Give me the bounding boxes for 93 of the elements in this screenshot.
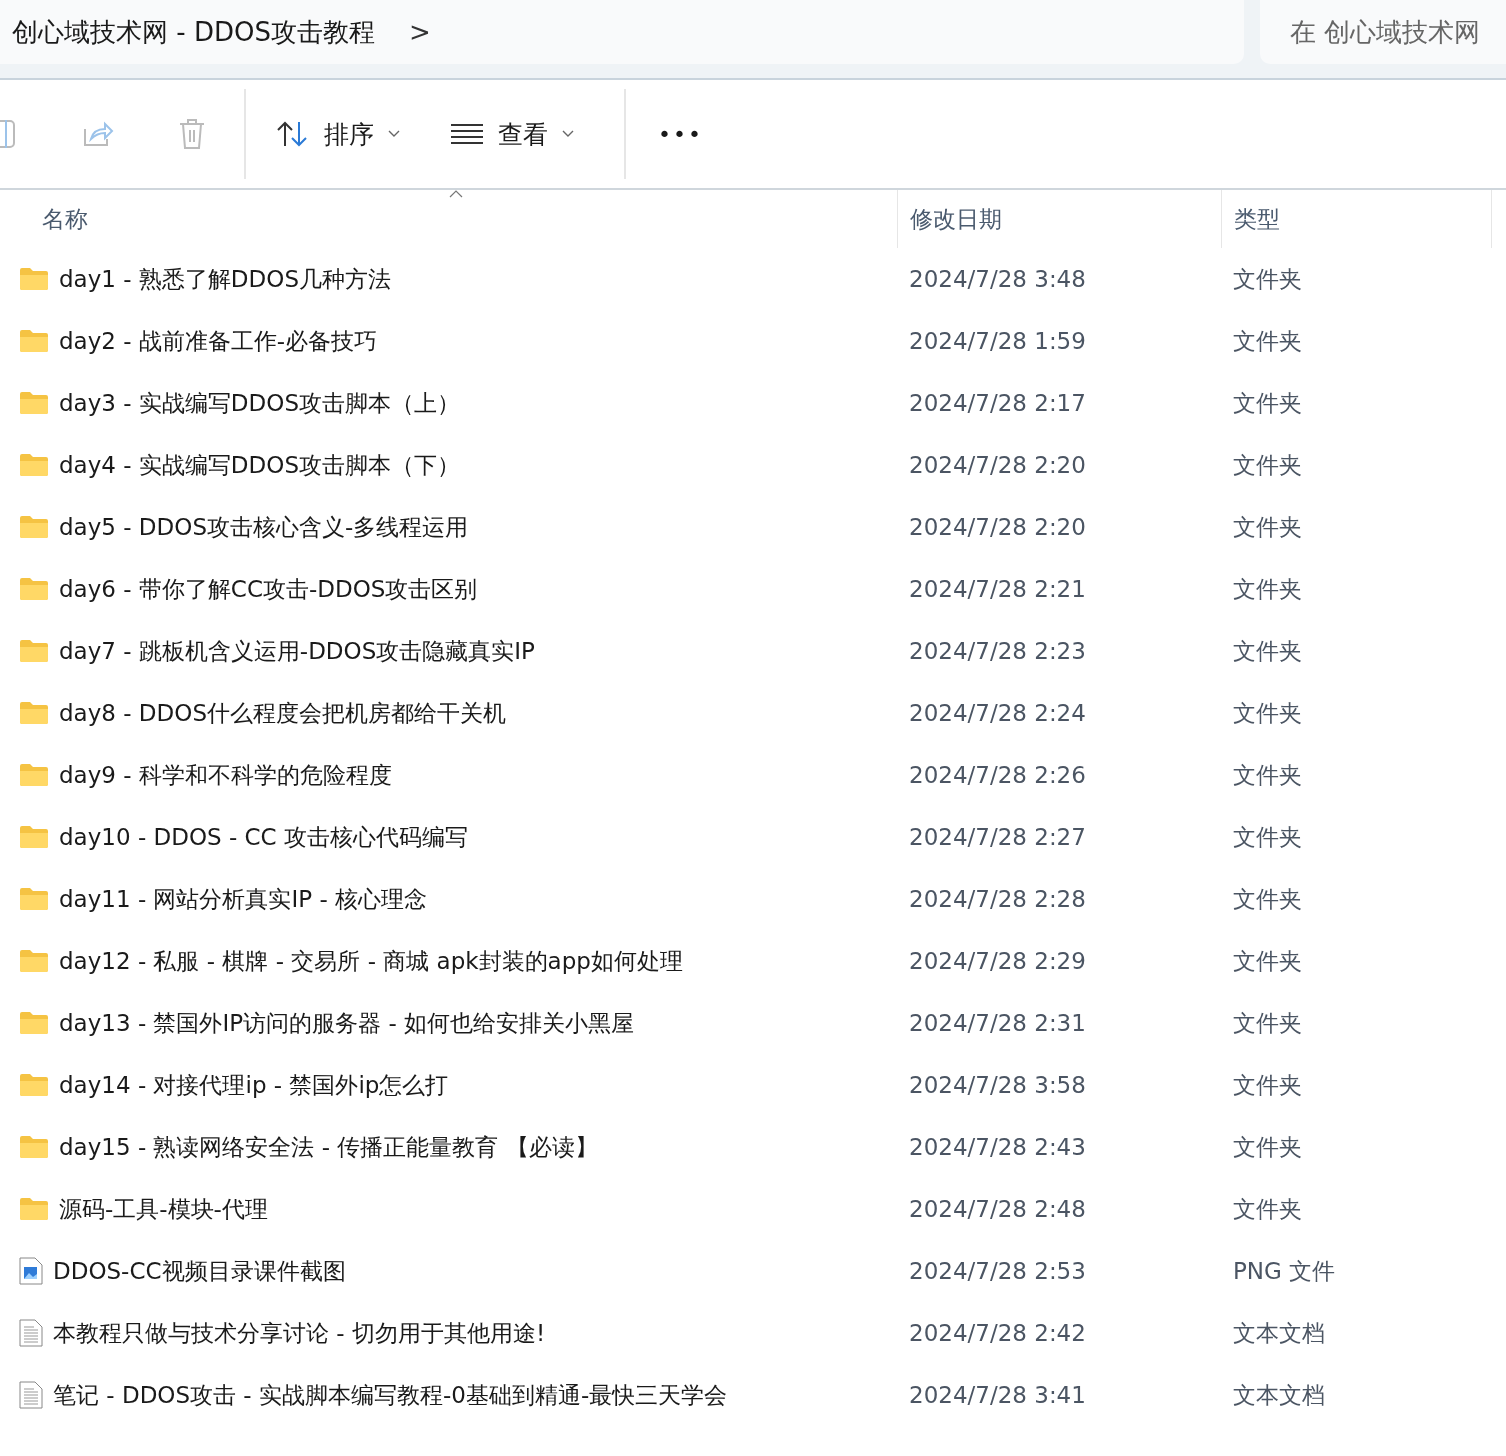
file-name[interactable]: day9 - 科学和不科学的危险程度 — [59, 759, 392, 791]
file-type: 文本文档 — [1232, 1318, 1326, 1348]
column-header[interactable]: 类型 — [1221, 190, 1491, 248]
modified-date: 2024/7/28 2:43 — [908, 1134, 1087, 1160]
folder-icon — [19, 1073, 49, 1097]
file-type: 文件夹 — [1232, 388, 1303, 418]
modified-date: 2024/7/28 3:48 — [908, 266, 1087, 292]
share-icon[interactable] — [82, 119, 114, 149]
file-type: 文件夹 — [1232, 698, 1303, 728]
file-type: 文件夹 — [1232, 574, 1303, 604]
modified-date: 2024/7/28 2:31 — [908, 1010, 1087, 1036]
file-type: 文件夹 — [1232, 450, 1303, 480]
modified-date: 2024/7/28 2:26 — [908, 762, 1087, 788]
file-name[interactable]: day8 - DDOS什么程度会把机房都给干关机 — [59, 697, 506, 729]
file-name[interactable]: day11 - 网站分析真实IP - 核心理念 — [59, 883, 428, 915]
modified-date: 2024/7/28 3:58 — [908, 1072, 1087, 1098]
folder-icon — [19, 1135, 49, 1159]
file-name[interactable]: day2 - 战前准备工作-必备技巧 — [59, 325, 378, 357]
sort-button[interactable]: 排序 — [276, 117, 400, 151]
folder-icon — [19, 577, 49, 601]
view-button[interactable]: 查看 — [450, 117, 574, 151]
file-type: 文本文档 — [1232, 1380, 1326, 1410]
folder-icon — [19, 1197, 49, 1221]
modified-date: 2024/7/28 2:53 — [908, 1258, 1087, 1284]
file-name[interactable]: DDOS-CC视频目录课件截图 — [53, 1255, 346, 1287]
file-type: 文件夹 — [1232, 884, 1303, 914]
folder-icon — [19, 267, 49, 291]
text-file-icon — [19, 1319, 43, 1347]
file-type: PNG 文件 — [1232, 1256, 1337, 1286]
file-name[interactable]: 笔记 - DDOS攻击 - 实战脚本编写教程-0基础到精通-最快三天学会 — [53, 1379, 728, 1411]
modified-date: 2024/7/28 2:42 — [908, 1320, 1087, 1346]
file-name[interactable]: day13 - 禁国外IP访问的服务器 - 如何也给安排关小黑屋 — [59, 1007, 635, 1039]
column-header[interactable]: 名称 — [0, 190, 897, 248]
folder-icon — [19, 1011, 49, 1035]
file-name[interactable]: day1 - 熟悉了解DDOS几种方法 — [59, 263, 391, 295]
list-lines-icon — [450, 123, 484, 145]
file-type: 文件夹 — [1232, 760, 1303, 790]
breadcrumb-chevron[interactable]: > — [408, 17, 431, 47]
image-file-icon — [19, 1257, 43, 1285]
modified-date: 2024/7/28 2:17 — [908, 390, 1087, 416]
more-options-button[interactable]: ••• — [658, 121, 703, 147]
modified-date: 2024/7/28 2:27 — [908, 824, 1087, 850]
file-type: 文件夹 — [1232, 1008, 1303, 1038]
modified-date: 2024/7/28 3:41 — [908, 1382, 1087, 1408]
file-type: 文件夹 — [1232, 636, 1303, 666]
modified-date: 2024/7/28 2:28 — [908, 886, 1087, 912]
file-type: 文件夹 — [1232, 264, 1303, 294]
file-name[interactable]: day10 - DDOS - CC 攻击核心代码编写 — [59, 821, 468, 853]
column-header[interactable]: 修改日期 — [897, 190, 1221, 248]
folder-icon — [19, 701, 49, 725]
folder-icon — [19, 453, 49, 477]
file-name[interactable]: day4 - 实战编写DDOS攻击脚本（下） — [59, 449, 460, 481]
trash-icon[interactable] — [178, 118, 206, 150]
folder-icon — [19, 949, 49, 973]
sort-arrows-icon — [276, 120, 310, 148]
modified-date: 2024/7/28 2:23 — [908, 638, 1087, 664]
folder-icon — [19, 639, 49, 663]
folder-icon — [19, 887, 49, 911]
chevron-down-icon — [562, 130, 574, 138]
file-type: 文件夹 — [1232, 1132, 1303, 1162]
modified-date: 2024/7/28 2:21 — [908, 576, 1087, 602]
file-name[interactable]: 本教程只做与技术分享讨论 - 切勿用于其他用途! — [53, 1317, 546, 1349]
file-name[interactable]: day5 - DDOS攻击核心含义-多线程运用 — [59, 511, 469, 543]
file-name[interactable]: day15 - 熟读网络安全法 - 传播正能量教育 【必读】 — [59, 1131, 598, 1163]
sort-caret-icon — [448, 190, 463, 198]
search-field[interactable]: 在 创心域技术网 — [1260, 0, 1506, 64]
file-name[interactable]: day7 - 跳板机含义运用-DDOS攻击隐藏真实IP — [59, 635, 535, 667]
folder-icon — [19, 391, 49, 415]
modified-date: 2024/7/28 2:20 — [908, 514, 1087, 540]
modified-date: 2024/7/28 2:48 — [908, 1196, 1087, 1222]
text-file-icon — [19, 1381, 43, 1409]
file-type: 文件夹 — [1232, 1194, 1303, 1224]
file-name[interactable]: 源码-工具-模块-代理 — [59, 1193, 268, 1225]
modified-date: 2024/7/28 2:20 — [908, 452, 1087, 478]
file-name[interactable]: day12 - 私服 - 棋牌 - 交易所 - 商城 apk封装的app如何处理 — [59, 945, 683, 977]
modified-date: 2024/7/28 2:29 — [908, 948, 1087, 974]
address-bar[interactable]: 创心域技术网 - DDOS攻击教程 > — [0, 0, 1244, 64]
file-name[interactable]: day14 - 对接代理ip - 禁国外ip怎么打 — [59, 1069, 449, 1101]
chevron-down-icon — [388, 130, 400, 138]
folder-icon — [19, 515, 49, 539]
breadcrumb-path[interactable]: 创心域技术网 - DDOS攻击教程 — [12, 14, 375, 50]
modified-date: 2024/7/28 1:59 — [908, 328, 1087, 354]
file-type: 文件夹 — [1232, 512, 1303, 542]
file-name[interactable]: day6 - 带你了解CC攻击-DDOS攻击区别 — [59, 573, 478, 605]
folder-icon — [19, 825, 49, 849]
modified-date: 2024/7/28 2:24 — [908, 700, 1087, 726]
file-type: 文件夹 — [1232, 946, 1303, 976]
file-type: 文件夹 — [1232, 1070, 1303, 1100]
folder-icon — [19, 329, 49, 353]
file-type: 文件夹 — [1232, 822, 1303, 852]
folder-icon — [19, 763, 49, 787]
file-name[interactable]: day3 - 实战编写DDOS攻击脚本（上） — [59, 387, 460, 419]
file-type: 文件夹 — [1232, 326, 1303, 356]
